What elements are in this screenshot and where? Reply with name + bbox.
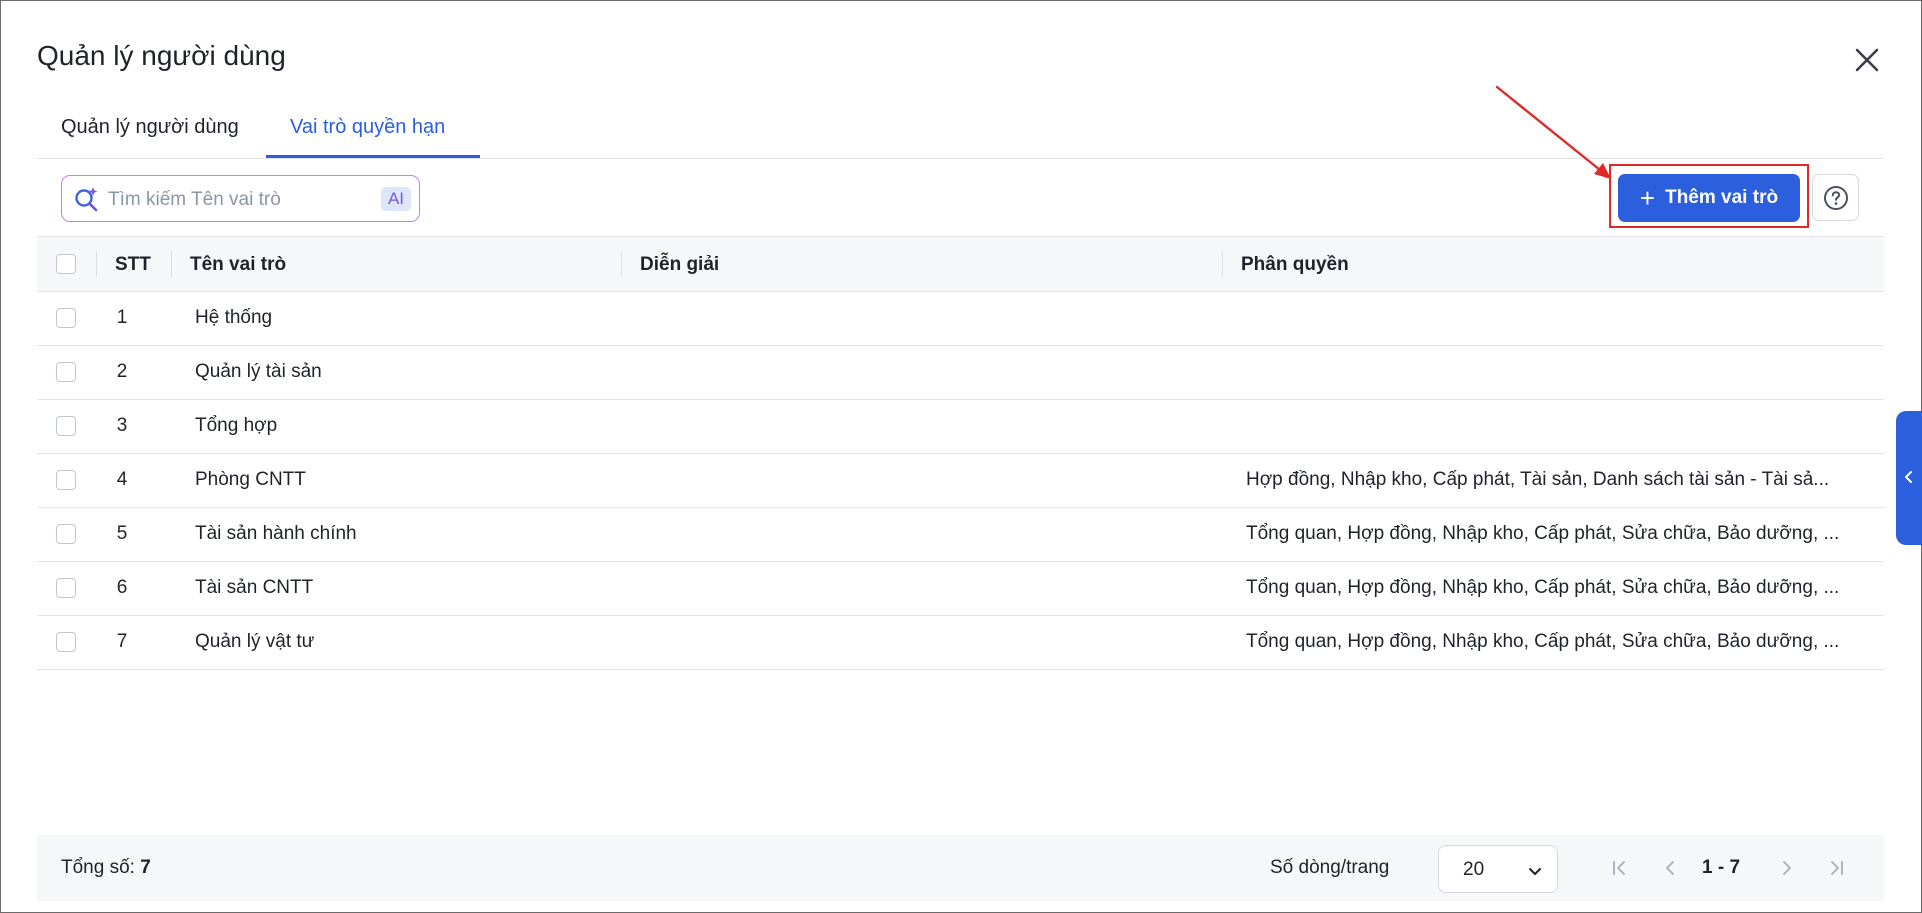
row-permissions: Tổng quan, Hợp đồng, Nhập kho, Cấp phát,… <box>1246 631 1840 652</box>
column-header-permissions[interactable]: Phân quyền <box>1241 254 1349 276</box>
previous-page-button[interactable] <box>1659 857 1681 879</box>
rows-per-page-label: Số dòng/trang <box>1270 857 1390 878</box>
side-panel-toggle[interactable] <box>1896 411 1922 545</box>
row-checkbox[interactable] <box>56 578 76 598</box>
roles-table: STT Tên vai trò Diễn giải Phân quyền 1 H… <box>37 236 1884 670</box>
row-checkbox[interactable] <box>56 416 76 436</box>
row-checkbox[interactable] <box>56 524 76 544</box>
question-circle-icon <box>1824 186 1848 210</box>
table-row[interactable]: 6 Tài sản CNTT Tổng quan, Hợp đồng, Nhập… <box>37 562 1884 616</box>
first-page-icon <box>1613 861 1625 875</box>
chevron-right-icon <box>1783 861 1791 875</box>
rows-per-page-value: 20 <box>1463 859 1485 880</box>
last-page-button[interactable] <box>1825 857 1847 879</box>
row-checkbox[interactable] <box>56 632 76 652</box>
column-header-role-name[interactable]: Tên vai trò <box>190 254 286 276</box>
ai-search-icon <box>75 187 98 212</box>
column-header-stt[interactable]: STT <box>115 254 151 276</box>
row-stt: 7 <box>116 631 128 652</box>
tab-roles-permissions[interactable]: Vai trò quyền hạn <box>290 116 445 139</box>
annotation-arrow <box>1495 85 1611 179</box>
chevron-left-icon <box>1666 861 1674 875</box>
close-icon <box>1855 48 1879 72</box>
dialog-title: Quản lý người dùng <box>37 40 286 71</box>
add-role-label: Thêm vai trò <box>1665 187 1779 208</box>
last-page-icon <box>1831 861 1843 875</box>
add-role-button[interactable]: + Thêm vai trò <box>1618 174 1800 222</box>
row-stt: 2 <box>116 361 128 382</box>
row-stt: 3 <box>116 415 128 436</box>
table-row[interactable]: 5 Tài sản hành chính Tổng quan, Hợp đồng… <box>37 508 1884 562</box>
column-divider <box>171 251 172 277</box>
row-checkbox[interactable] <box>56 470 76 490</box>
row-role-name: Tài sản CNTT <box>195 577 314 598</box>
search-box[interactable]: AI <box>61 175 420 222</box>
row-role-name: Phòng CNTT <box>195 469 306 490</box>
plus-icon: + <box>1639 183 1656 213</box>
first-page-button[interactable] <box>1609 857 1631 879</box>
total-value: 7 <box>140 857 151 878</box>
row-stt: 6 <box>116 577 128 598</box>
row-stt: 5 <box>116 523 128 544</box>
table-row[interactable]: 1 Hệ thống <box>37 292 1884 346</box>
row-checkbox[interactable] <box>56 362 76 382</box>
row-stt: 4 <box>116 469 128 490</box>
column-header-description[interactable]: Diễn giải <box>640 254 719 276</box>
chevron-left-icon <box>1905 471 1912 483</box>
column-divider <box>1222 251 1223 277</box>
tab-user-management[interactable]: Quản lý người dùng <box>61 116 239 139</box>
table-row[interactable]: 2 Quản lý tài sản <box>37 346 1884 400</box>
row-permissions: Hợp đồng, Nhập kho, Cấp phát, Tài sản, D… <box>1246 469 1830 490</box>
select-all-checkbox[interactable] <box>56 254 76 274</box>
row-role-name: Quản lý tài sản <box>195 361 322 382</box>
total-label: Tổng số: <box>61 857 135 878</box>
row-role-name: Tổng hợp <box>195 415 278 436</box>
row-role-name: Tài sản hành chính <box>195 523 357 544</box>
row-permissions: Tổng quan, Hợp đồng, Nhập kho, Cấp phát,… <box>1246 523 1840 544</box>
column-divider <box>621 251 622 277</box>
table-row[interactable]: 4 Phòng CNTT Hợp đồng, Nhập kho, Cấp phá… <box>37 454 1884 508</box>
search-input[interactable] <box>106 185 360 215</box>
table-row[interactable]: 3 Tổng hợp <box>37 400 1884 454</box>
help-button[interactable] <box>1812 174 1859 221</box>
row-checkbox[interactable] <box>56 308 76 328</box>
active-tab-indicator <box>266 155 480 158</box>
column-divider <box>96 251 97 277</box>
row-permissions: Tổng quan, Hợp đồng, Nhập kho, Cấp phát,… <box>1246 577 1840 598</box>
rows-per-page-select[interactable]: 20 <box>1438 845 1558 893</box>
total-count: Tổng số: 7 <box>61 857 151 879</box>
table-header: STT Tên vai trò Diễn giải Phân quyền <box>37 236 1884 292</box>
page-range: 1 - 7 <box>1702 857 1741 878</box>
row-stt: 1 <box>116 307 128 328</box>
ai-badge[interactable]: AI <box>381 187 411 211</box>
row-role-name: Quản lý vật tư <box>195 631 315 652</box>
table-row[interactable]: 7 Quản lý vật tư Tổng quan, Hợp đồng, Nh… <box>37 616 1884 670</box>
table-footer: Tổng số: 7 Số dòng/trang 20 1 - 7 <box>37 835 1884 901</box>
close-button[interactable] <box>1849 42 1885 78</box>
chevron-down-icon <box>1529 868 1541 875</box>
row-role-name: Hệ thống <box>195 307 273 328</box>
next-page-button[interactable] <box>1776 857 1798 879</box>
